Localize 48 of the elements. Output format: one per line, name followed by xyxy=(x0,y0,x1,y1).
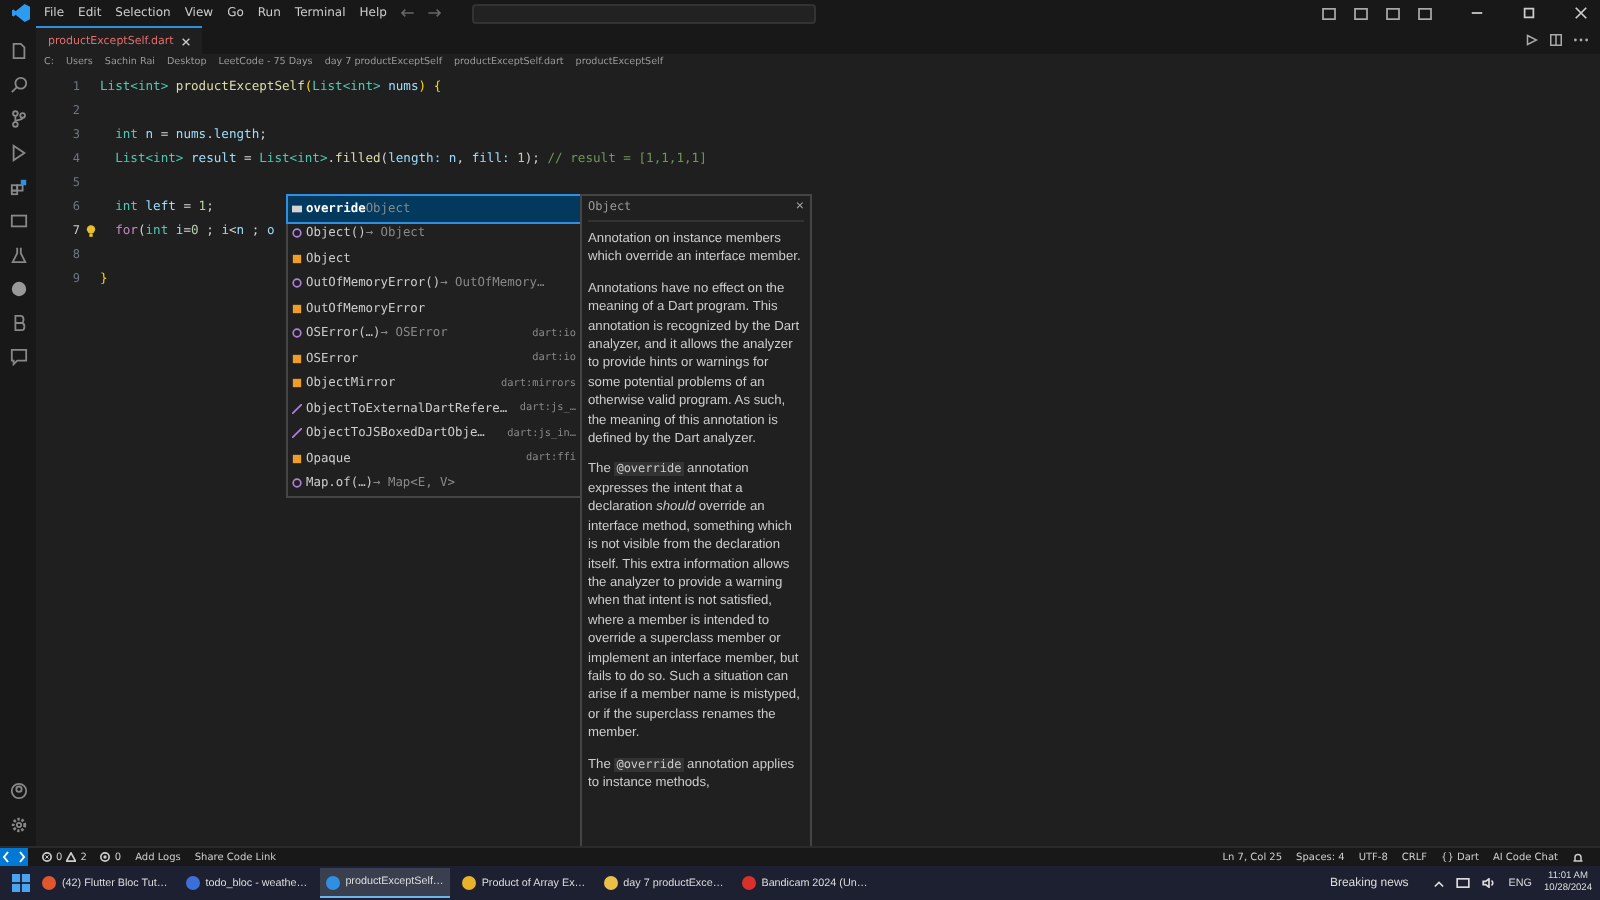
chevron-up-icon[interactable] xyxy=(1434,879,1445,887)
split-editor-icon[interactable] xyxy=(1550,34,1562,46)
extensions-icon[interactable] xyxy=(9,178,27,196)
layout-icon[interactable] xyxy=(1418,7,1432,19)
error-icon xyxy=(42,852,52,862)
account-icon[interactable] xyxy=(9,782,27,800)
monitor-icon[interactable] xyxy=(9,212,27,230)
back-arrow-icon[interactable] xyxy=(400,8,415,18)
app-icon[interactable] xyxy=(42,876,56,890)
layout-icon[interactable] xyxy=(1386,7,1400,19)
lightbulb-icon[interactable] xyxy=(85,223,95,237)
forward-arrow-icon[interactable] xyxy=(428,8,443,18)
cube-icon xyxy=(292,478,302,489)
b-shape-icon[interactable] xyxy=(9,314,27,332)
vscode-logo-icon xyxy=(12,4,30,22)
branch-icon[interactable] xyxy=(9,110,27,128)
cube-icon xyxy=(292,278,302,289)
play-icon[interactable] xyxy=(9,144,27,162)
settings-icon[interactable] xyxy=(9,816,27,834)
files-icon[interactable] xyxy=(9,42,27,60)
class-icon xyxy=(292,453,302,464)
bell-icon[interactable] xyxy=(1572,851,1584,863)
app-icon[interactable] xyxy=(603,876,618,890)
class-icon xyxy=(292,378,302,389)
chat-icon[interactable] xyxy=(9,348,27,366)
cube-icon xyxy=(292,328,302,339)
search-icon[interactable] xyxy=(9,76,27,94)
cube-icon xyxy=(292,228,302,239)
run-icon[interactable] xyxy=(1526,34,1538,46)
close-icon[interactable] xyxy=(181,37,190,45)
app-icon[interactable] xyxy=(461,876,476,890)
restore-icon[interactable] xyxy=(1522,6,1536,20)
radio-icon[interactable] xyxy=(100,852,111,862)
warning-icon xyxy=(66,852,77,862)
command-search-field[interactable] xyxy=(472,3,817,23)
circle-icon[interactable] xyxy=(9,280,27,298)
remote-icon[interactable] xyxy=(0,848,28,866)
layout-icon[interactable] xyxy=(1354,7,1368,19)
class-icon xyxy=(292,353,302,364)
speaker-icon[interactable] xyxy=(1482,878,1497,888)
windows-start-icon[interactable] xyxy=(12,874,30,892)
minimize-icon[interactable] xyxy=(1470,6,1484,20)
layout-icon[interactable] xyxy=(1322,7,1336,19)
flask-icon[interactable] xyxy=(9,246,27,264)
close-icon[interactable] xyxy=(1574,6,1588,20)
keyword-icon xyxy=(292,203,302,214)
class-icon xyxy=(292,303,302,314)
class-icon xyxy=(292,253,302,264)
